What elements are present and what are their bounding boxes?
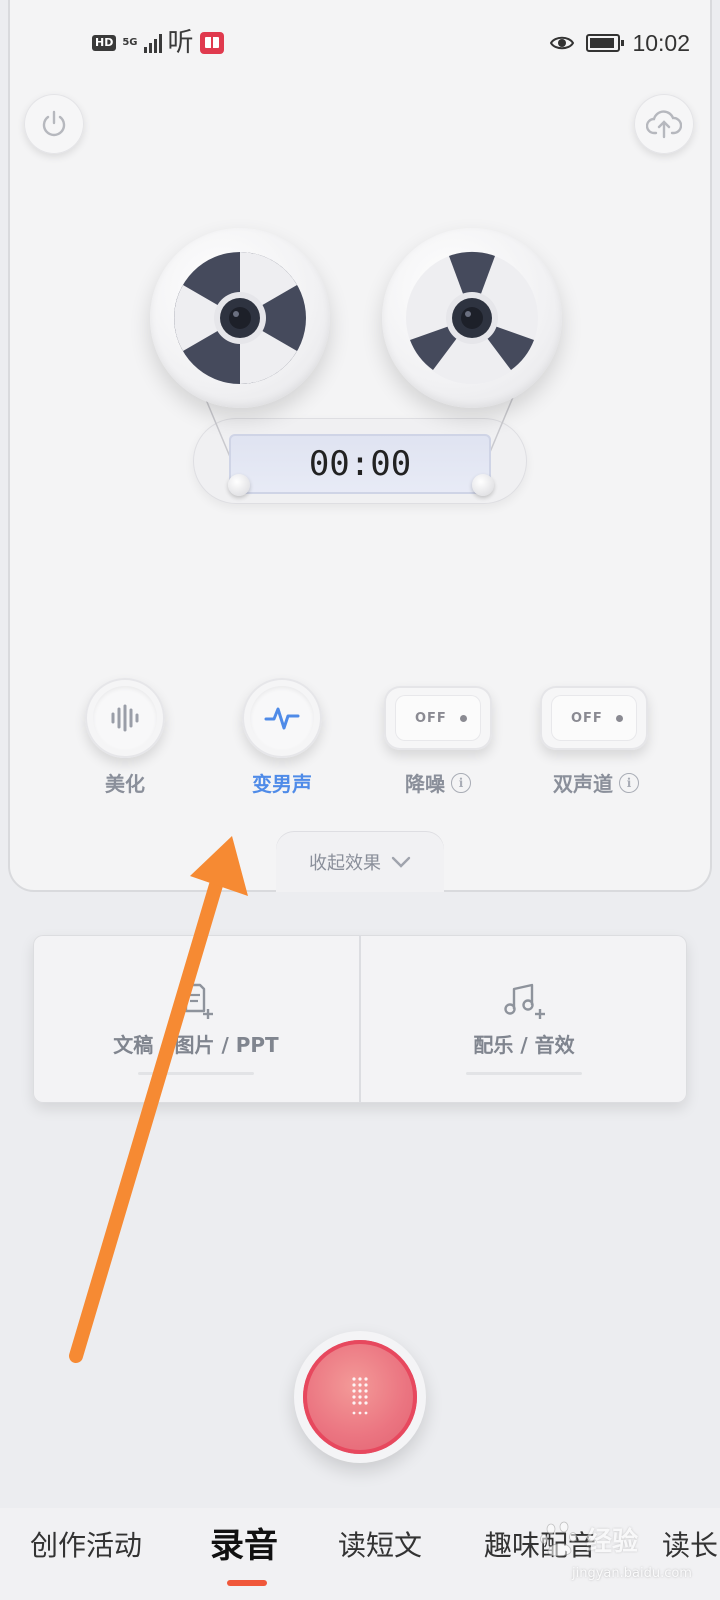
script-image-ppt-button[interactable]: 文稿 / 图片 / PPT — [33, 935, 359, 1103]
tab-read-short[interactable]: 读短文 — [338, 1524, 422, 1564]
beautify-effect-button[interactable] — [85, 678, 165, 758]
music-add-icon — [504, 983, 545, 1019]
document-add-icon — [184, 983, 213, 1019]
reel-left-icon — [174, 252, 306, 384]
stereo-switch[interactable]: OFF — [540, 686, 648, 750]
power-button[interactable] — [24, 94, 84, 154]
tab-read-long[interactable]: 读长 — [662, 1524, 718, 1564]
cloud-upload-icon — [646, 110, 682, 139]
right-reel — [382, 228, 562, 408]
chevron-down-icon — [391, 856, 411, 868]
tab-record[interactable]: 录音 — [210, 1518, 278, 1567]
timer-text: 00:00 — [308, 444, 412, 484]
collapse-effects-label: 收起效果 — [309, 853, 381, 874]
noise-reduction-switch[interactable]: OFF — [384, 686, 492, 750]
status-bar-right: 10:02 — [550, 30, 690, 56]
watermark-text: 经验 — [586, 1526, 639, 1557]
waveform-icon — [111, 704, 139, 732]
battery-icon — [586, 34, 625, 52]
hd-badge: HD — [92, 35, 117, 51]
info-icon[interactable]: i — [619, 772, 639, 793]
upload-cloud-button[interactable] — [634, 94, 694, 154]
switch-dot — [460, 714, 467, 722]
reel-right-icon — [406, 251, 538, 384]
app-logo-icon: 听 — [167, 28, 194, 58]
male-voice-label-text: 变男声 — [252, 772, 312, 796]
male-voice-effect-button[interactable] — [242, 678, 322, 758]
status-time: 10:02 — [632, 29, 690, 56]
watermark: 经验 — [540, 1520, 638, 1558]
record-button[interactable] — [294, 1331, 426, 1463]
beautify-label: 美化 — [45, 768, 205, 797]
watermark-url: jingyan.baidu.com — [572, 1566, 692, 1581]
script-image-ppt-label: 文稿 / 图片 / PPT — [113, 1032, 279, 1057]
status-bar-left: HD 5G 听 — [92, 30, 224, 56]
signal-icon — [143, 33, 162, 53]
beautify-label-text: 美化 — [105, 772, 145, 796]
power-icon — [42, 110, 66, 137]
left-reel — [150, 228, 330, 408]
collapse-effects-button[interactable]: 收起效果 — [276, 832, 444, 892]
baidu-paw-icon — [540, 1521, 577, 1557]
noise-reduction-label-text: 降噪 — [405, 772, 445, 796]
stereo-label: 双声道 i — [516, 768, 676, 797]
male-voice-label: 变男声 — [202, 768, 362, 797]
tools-panel: 文稿 / 图片 / PPT 配乐 / 音效 — [33, 935, 687, 1103]
info-icon[interactable]: i — [451, 772, 471, 793]
network-type: 5G — [122, 37, 138, 48]
timer-display: 00:00 — [229, 434, 491, 494]
switch-dot — [616, 714, 623, 722]
noise-reduction-label: 降噪 i — [358, 768, 518, 797]
pulse-icon — [264, 707, 300, 730]
eye-icon — [550, 36, 575, 50]
active-tab-indicator — [227, 1580, 267, 1586]
tab-creation-activities[interactable]: 创作活动 — [30, 1524, 142, 1564]
book-icon — [199, 32, 224, 54]
noise-reduction-state: OFF — [415, 710, 447, 726]
tape-knob-right — [472, 474, 494, 496]
microphone-icon — [352, 1377, 368, 1415]
tape-knob-left — [228, 474, 250, 496]
tool-underline — [466, 1072, 582, 1075]
stereo-label-text: 双声道 — [553, 772, 613, 796]
tool-underline — [138, 1072, 254, 1075]
music-sfx-label: 配乐 / 音效 — [473, 1032, 575, 1057]
stereo-state: OFF — [571, 710, 603, 726]
music-sfx-button[interactable]: 配乐 / 音效 — [359, 935, 687, 1103]
